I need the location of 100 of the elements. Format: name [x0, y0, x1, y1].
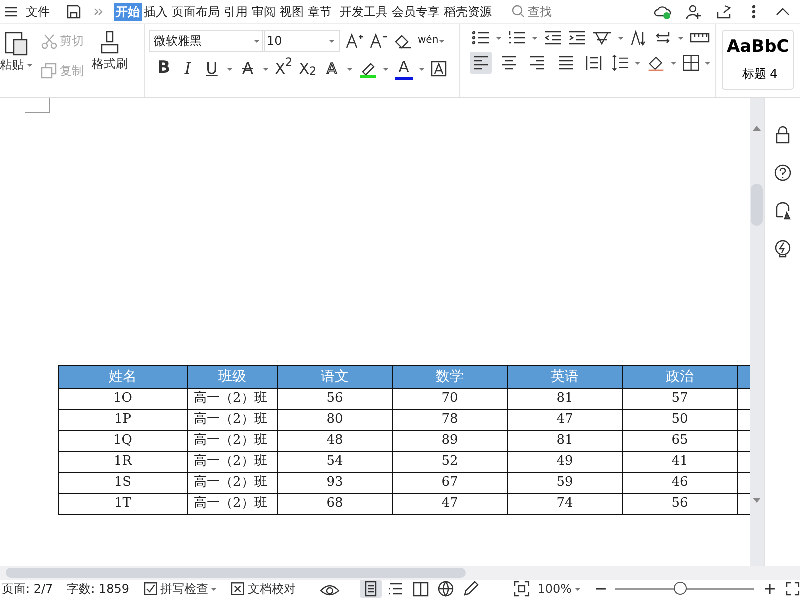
- pinyin-guide-button[interactable]: wén: [418, 36, 439, 46]
- grow-font-icon[interactable]: [346, 33, 364, 49]
- bullet-list-icon[interactable]: [472, 30, 490, 46]
- font-color-button[interactable]: A: [395, 58, 413, 80]
- menu-tab[interactable]: 会员专享: [390, 2, 442, 20]
- numbered-list-icon[interactable]: [508, 30, 526, 46]
- subscript-button[interactable]: X$_{2}$: [299, 58, 317, 80]
- caret-icon[interactable]: [347, 68, 353, 70]
- table-cell: 52: [392, 452, 508, 472]
- vertical-scrollbar[interactable]: [750, 98, 764, 566]
- proofread-button[interactable]: 文档校对: [231, 578, 296, 600]
- table-cell: 47: [508, 410, 622, 430]
- save-icon[interactable]: [66, 4, 82, 20]
- font-size-text: 10: [267, 33, 282, 50]
- more-vertical-icon[interactable]: [752, 4, 756, 20]
- table-cell: 高一（2）班: [188, 452, 278, 472]
- table-cell: 78: [392, 410, 508, 430]
- help-icon[interactable]: [774, 164, 792, 182]
- line-spacing-icon[interactable]: [610, 54, 630, 72]
- word-count[interactable]: 字数: 1859: [67, 580, 130, 598]
- table-cell: 67: [392, 472, 508, 494]
- scroll-up-icon[interactable]: [753, 126, 761, 131]
- table-cell: 1O: [58, 388, 188, 410]
- sort-icon[interactable]: [630, 30, 648, 46]
- spell-check-button[interactable]: 拼写检查: [144, 578, 218, 600]
- zoom-level-button[interactable]: 100%: [538, 578, 581, 600]
- caret-icon[interactable]: [705, 62, 711, 64]
- paste-button[interactable]: 粘贴: [0, 30, 33, 74]
- table-cell: 高一（2）班: [188, 410, 278, 430]
- text-effect-button[interactable]: A: [323, 58, 341, 80]
- copy-icon: [41, 63, 57, 79]
- caret-icon[interactable]: [496, 36, 502, 40]
- cloud-icon[interactable]: [654, 4, 672, 20]
- style-preview[interactable]: AaBbC 标题 4: [722, 30, 794, 90]
- check-box-icon: [144, 582, 158, 596]
- strikethrough-button[interactable]: A: [239, 58, 257, 80]
- fit-page-icon[interactable]: [514, 581, 530, 597]
- align-left-button[interactable]: [470, 52, 492, 74]
- character-border-icon[interactable]: [431, 61, 447, 77]
- caret-icon[interactable]: [383, 68, 389, 70]
- eraser-icon[interactable]: [394, 33, 412, 49]
- column-header: 政治: [622, 366, 738, 388]
- borders-icon[interactable]: [682, 54, 700, 72]
- table-cell: 57: [622, 388, 738, 410]
- table-cell: 高一（2）班: [188, 494, 278, 514]
- caret-icon[interactable]: [419, 68, 425, 70]
- lock-icon[interactable]: [774, 126, 790, 144]
- collapse-icon[interactable]: [776, 8, 790, 16]
- menu-tab[interactable]: 开发工具: [338, 2, 390, 20]
- caret-icon[interactable]: [671, 62, 677, 64]
- more-icon[interactable]: [94, 6, 104, 16]
- menu-tab[interactable]: 章节: [306, 2, 334, 20]
- line-break-icon[interactable]: [654, 30, 672, 46]
- caret-icon[interactable]: [618, 36, 624, 40]
- menu-tab[interactable]: 引用: [222, 2, 250, 20]
- menu-tab[interactable]: 稻壳资源: [442, 2, 494, 20]
- font-name-field[interactable]: 微软雅黑: [149, 30, 265, 52]
- increase-indent-icon[interactable]: [568, 30, 586, 46]
- table-cell: 1S: [58, 472, 188, 494]
- menu-icon[interactable]: [4, 6, 18, 18]
- horizontal-scroll-thumb[interactable]: [6, 568, 466, 578]
- table-cell: 56: [278, 388, 392, 410]
- table-cell: 81: [508, 430, 622, 452]
- page-count[interactable]: 页面: 2/7: [2, 580, 54, 598]
- caret-icon[interactable]: [227, 68, 233, 70]
- caret-icon[interactable]: [329, 40, 335, 42]
- shading-icon[interactable]: [646, 54, 666, 72]
- menu-tab[interactable]: 页面布局: [170, 2, 222, 20]
- search-icon[interactable]: [512, 5, 525, 18]
- file-menu[interactable]: 文件: [24, 2, 52, 20]
- underline-button[interactable]: U: [203, 58, 221, 80]
- decrease-indent-icon[interactable]: [544, 30, 562, 46]
- share-icon[interactable]: [716, 4, 732, 20]
- caret-icon[interactable]: [678, 36, 684, 40]
- menu-tab[interactable]: 视图: [278, 2, 306, 20]
- add-user-icon[interactable]: [686, 4, 702, 20]
- caret-icon[interactable]: [263, 68, 269, 70]
- caret-icon[interactable]: [438, 40, 445, 42]
- menu-tab[interactable]: 审阅: [250, 2, 278, 20]
- shrink-font-icon[interactable]: [370, 33, 388, 49]
- italic-button[interactable]: I: [179, 58, 197, 80]
- menu-tab[interactable]: 插入: [142, 2, 170, 20]
- page-view-button[interactable]: [360, 580, 382, 598]
- scroll-down-icon[interactable]: [753, 498, 761, 503]
- scroll-thumb[interactable]: [751, 184, 763, 226]
- lightning-icon[interactable]: [774, 240, 792, 258]
- caret-icon[interactable]: [635, 62, 641, 64]
- superscript-button[interactable]: X$^{2}$: [275, 58, 293, 80]
- table-cell: 59: [508, 472, 622, 494]
- slider-thumb[interactable]: [674, 582, 688, 595]
- zoom-in-icon[interactable]: [764, 583, 776, 595]
- fullscreen-icon[interactable]: [786, 582, 800, 596]
- table-cell: 46: [622, 472, 738, 494]
- font-size-field[interactable]: 10: [262, 30, 340, 52]
- table-cell: 47: [392, 494, 508, 514]
- caret-icon[interactable]: [254, 40, 260, 42]
- bold-button[interactable]: B: [155, 58, 173, 80]
- format-painter-button[interactable]: 格式刷: [92, 30, 128, 74]
- caret-icon[interactable]: [532, 36, 538, 40]
- ruler-icon[interactable]: [690, 32, 710, 44]
